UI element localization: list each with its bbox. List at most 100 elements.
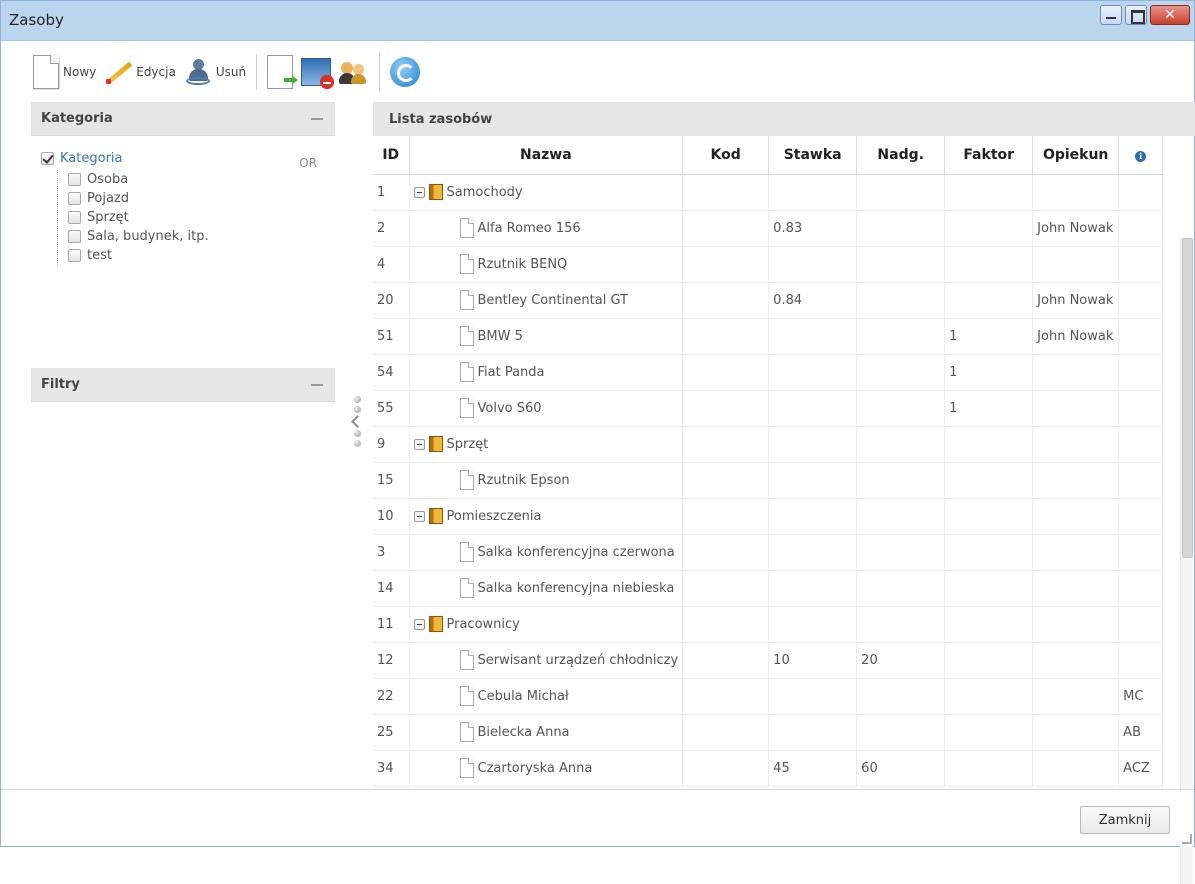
table-row[interactable]: 51 BMW 5 1 John Nowak (373, 318, 1164, 355)
category-checkbox[interactable] (68, 211, 81, 224)
group-row[interactable]: 10 Pomieszczenia (373, 498, 1164, 535)
cell-info (1118, 354, 1164, 391)
table-row[interactable]: 22 Cebula Michał MC (373, 678, 1164, 715)
collapse-icon[interactable] (311, 118, 323, 120)
cell-kod (682, 390, 770, 427)
column-header-overtime[interactable]: Nadg. (856, 136, 946, 175)
maximize-icon[interactable] (1125, 5, 1147, 25)
column-header-keeper[interactable]: Opiekun (1032, 136, 1120, 175)
table-row[interactable]: 55 Volvo S60 1 (373, 390, 1164, 427)
operator-label[interactable]: OR (299, 156, 317, 170)
new-button[interactable]: Nowy (29, 52, 100, 92)
panel-splitter[interactable] (350, 393, 364, 477)
category-list: Osoba Pojazd Sprzęt Sala, budynek, itp. … (57, 170, 325, 265)
category-root-checkbox[interactable] (41, 151, 54, 165)
category-panel-header[interactable]: Kategoria (31, 102, 335, 136)
table-row[interactable]: 4 Rzutnik BENQ (373, 246, 1164, 283)
minimize-icon[interactable] (1100, 5, 1122, 25)
document-icon (459, 254, 474, 274)
table-row[interactable]: 34 Czartoryska Anna 45 60 ACZ (373, 750, 1164, 787)
group-row[interactable]: 1 Samochody (373, 174, 1164, 211)
cell-opiekun (1032, 354, 1120, 391)
filters-panel-header[interactable]: Filtry (31, 368, 335, 402)
window-delete-button[interactable] (297, 52, 335, 92)
tree-group-node[interactable]: Pracownicy (413, 616, 679, 632)
category-item-test[interactable]: test (68, 246, 325, 265)
category-checkbox[interactable] (68, 173, 81, 186)
document-icon (459, 758, 474, 778)
table-row[interactable]: 25 Bielecka Anna AB (373, 714, 1164, 751)
category-item-osoba[interactable]: Osoba (68, 170, 325, 189)
category-checkbox[interactable] (68, 249, 81, 262)
users-button[interactable] (335, 52, 373, 92)
window-delete-icon (301, 58, 335, 89)
category-item-sala[interactable]: Sala, budynek, itp. (68, 227, 325, 246)
table-row[interactable]: 2 Alfa Romeo 156 0.83 John Nowak (373, 210, 1164, 247)
tree-leaf-node[interactable]: BMW 5 (414, 326, 679, 346)
cell-stawka (768, 426, 858, 463)
tree-group-node[interactable]: Sprzęt (413, 436, 679, 452)
resize-grip-icon[interactable] (1182, 834, 1192, 844)
cell-nadg (856, 606, 946, 643)
table-row[interactable]: 3 Salka konferencyjna czerwona (373, 534, 1164, 571)
collapse-node-icon[interactable] (413, 510, 425, 522)
category-item-pojazd[interactable]: Pojazd (68, 189, 325, 208)
tree-group-node[interactable]: Samochody (413, 184, 679, 200)
table-row[interactable]: 15 Rzutnik Epson (373, 462, 1164, 499)
collapse-node-icon[interactable] (413, 186, 425, 198)
cell-faktor (944, 714, 1034, 751)
tree-leaf-node[interactable]: Rzutnik BENQ (414, 254, 679, 274)
column-header-rate[interactable]: Stawka (768, 136, 858, 175)
table-row[interactable]: 20 Bentley Continental GT 0.84 John Nowak (373, 282, 1164, 319)
tree-leaf-node[interactable]: Bielecka Anna (414, 722, 679, 742)
tree-leaf-node[interactable]: Alfa Romeo 156 (414, 218, 679, 238)
collapse-left-icon[interactable] (350, 415, 364, 428)
cell-kod (682, 318, 770, 355)
cell-faktor (944, 462, 1034, 499)
collapse-node-icon[interactable] (413, 618, 425, 630)
vertical-scrollbar[interactable] (1180, 238, 1193, 884)
tree-leaf-node[interactable]: Salka konferencyjna niebieska (414, 578, 679, 598)
tree-leaf-node[interactable]: Volvo S60 (414, 398, 679, 418)
group-row[interactable]: 9 Sprzęt (373, 426, 1164, 463)
tree-leaf-node[interactable]: Bentley Continental GT (414, 290, 679, 310)
column-header-factor[interactable]: Faktor (944, 136, 1034, 175)
table-row[interactable]: 14 Salka konferencyjna niebieska (373, 570, 1164, 607)
cell-info: ACZ (1118, 750, 1164, 787)
table-row[interactable]: 12 Serwisant urządzeń chłodniczy 10 20 (373, 642, 1164, 679)
close-window-icon[interactable]: ✕ (1150, 5, 1190, 25)
close-button[interactable]: Zamknij (1080, 806, 1170, 834)
tree-leaf-node[interactable]: Fiat Panda (414, 362, 679, 382)
table-row[interactable]: 54 Fiat Panda 1 (373, 354, 1164, 391)
export-button[interactable] (263, 52, 297, 92)
cell-name: Pomieszczenia (409, 498, 684, 535)
category-checkbox[interactable] (68, 192, 81, 205)
remove-button[interactable]: Usuń (180, 52, 250, 92)
refresh-button[interactable] (386, 52, 424, 92)
tree-leaf-node[interactable]: Rzutnik Epson (414, 470, 679, 490)
collapse-icon[interactable] (311, 384, 323, 386)
cell-kod (682, 174, 770, 211)
collapse-node-icon[interactable] (413, 438, 425, 450)
cell-kod (682, 246, 770, 283)
tree-leaf-node[interactable]: Serwisant urządzeń chłodniczy (414, 650, 678, 670)
tree-leaf-node[interactable]: Cebula Michał (414, 686, 679, 706)
tree-group-node[interactable]: Pomieszczenia (413, 508, 679, 524)
info-icon: i (1135, 150, 1147, 162)
edit-button[interactable]: Edycja (100, 52, 180, 92)
cell-id: 2 (373, 210, 410, 247)
category-checkbox[interactable] (68, 230, 81, 243)
column-header-name[interactable]: Nazwa (409, 136, 684, 175)
category-item-sprzet[interactable]: Sprzęt (68, 208, 325, 227)
tree-leaf-node[interactable]: Salka konferencyjna czerwona (414, 542, 679, 562)
tree-leaf-node[interactable]: Czartoryska Anna (414, 758, 679, 778)
cell-id: 22 (373, 678, 410, 715)
cell-kod (682, 462, 770, 499)
column-header-code[interactable]: Kod (682, 136, 770, 175)
scrollbar-thumb[interactable] (1182, 238, 1193, 558)
category-root[interactable]: Kategoria OR (41, 146, 325, 170)
column-header-info[interactable]: i (1118, 136, 1164, 175)
column-header-id[interactable]: ID (373, 136, 410, 175)
group-row[interactable]: 11 Pracownicy (373, 606, 1164, 643)
title-bar[interactable]: Zasoby ✕ (1, 1, 1194, 41)
